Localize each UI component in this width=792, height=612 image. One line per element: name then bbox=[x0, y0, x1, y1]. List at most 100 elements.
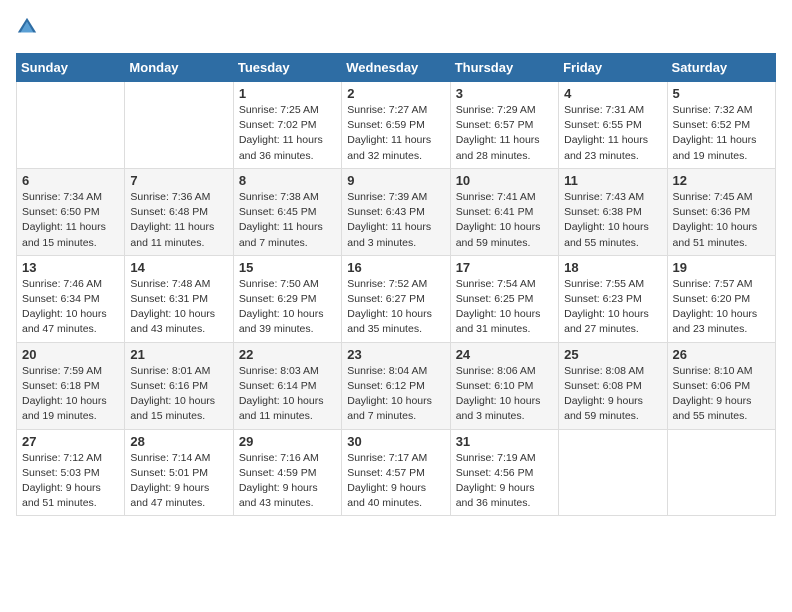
calendar-cell: 4Sunrise: 7:31 AMSunset: 6:55 PMDaylight… bbox=[559, 82, 667, 169]
day-number: 27 bbox=[22, 434, 119, 449]
day-info: Sunrise: 7:46 AMSunset: 6:34 PMDaylight:… bbox=[22, 277, 119, 338]
calendar-cell: 17 Sunrise: 7:54 AMSunset: 6:25 PMDayligh… bbox=[450, 255, 558, 342]
day-info: Sunrise: 7:36 AMSunset: 6:48 PMDaylight:… bbox=[130, 190, 227, 251]
calendar-cell: 27Sunrise: 7:12 AMSunset: 5:03 PMDayligh… bbox=[17, 429, 125, 516]
day-number: 11 bbox=[564, 173, 661, 188]
day-info: Sunrise: 7:17 AMSunset: 4:57 PMDaylight:… bbox=[347, 451, 444, 512]
day-number: 7 bbox=[130, 173, 227, 188]
calendar-week-row: 27Sunrise: 7:12 AMSunset: 5:03 PMDayligh… bbox=[17, 429, 776, 516]
day-number: 13 bbox=[22, 260, 119, 275]
day-info: Sunrise: 8:06 AMSunset: 6:10 PMDaylight:… bbox=[456, 364, 553, 425]
day-number: 31 bbox=[456, 434, 553, 449]
day-number: 18 bbox=[564, 260, 661, 275]
col-header-tuesday: Tuesday bbox=[233, 54, 341, 82]
day-info: Sunrise: 7:55 AMSunset: 6:23 PMDaylight:… bbox=[564, 277, 661, 338]
day-number: 25 bbox=[564, 347, 661, 362]
calendar-cell: 16Sunrise: 7:52 AMSunset: 6:27 PMDayligh… bbox=[342, 255, 450, 342]
calendar-cell: 10Sunrise: 7:41 AMSunset: 6:41 PMDayligh… bbox=[450, 168, 558, 255]
day-info: Sunrise: 7:31 AMSunset: 6:55 PMDaylight:… bbox=[564, 103, 661, 164]
day-number: 3 bbox=[456, 86, 553, 101]
day-number: 26 bbox=[673, 347, 770, 362]
calendar-cell: 18 Sunrise: 7:55 AMSunset: 6:23 PMDayligh… bbox=[559, 255, 667, 342]
calendar-cell: 19 Sunrise: 7:57 AMSunset: 6:20 PMDayligh… bbox=[667, 255, 775, 342]
day-number: 19 bbox=[673, 260, 770, 275]
day-info: Sunrise: 7:29 AMSunset: 6:57 PMDaylight:… bbox=[456, 103, 553, 164]
day-number: 15 bbox=[239, 260, 336, 275]
day-number: 21 bbox=[130, 347, 227, 362]
col-header-monday: Monday bbox=[125, 54, 233, 82]
calendar-cell: 12 Sunrise: 7:45 AMSunset: 6:36 PMDayligh… bbox=[667, 168, 775, 255]
calendar-cell bbox=[559, 429, 667, 516]
day-number: 8 bbox=[239, 173, 336, 188]
day-number: 24 bbox=[456, 347, 553, 362]
calendar-cell: 15 Sunrise: 7:50 AMSunset: 6:29 PMDayligh… bbox=[233, 255, 341, 342]
calendar-cell: 6 Sunrise: 7:34 AMSunset: 6:50 PMDaylight… bbox=[17, 168, 125, 255]
page-header bbox=[16, 16, 776, 43]
day-info: Sunrise: 8:04 AMSunset: 6:12 PMDaylight:… bbox=[347, 364, 444, 425]
calendar-cell: 28Sunrise: 7:14 AMSunset: 5:01 PMDayligh… bbox=[125, 429, 233, 516]
day-info: Sunrise: 7:32 AMSunset: 6:52 PMDaylight:… bbox=[673, 103, 770, 164]
calendar-cell: 30Sunrise: 7:17 AMSunset: 4:57 PMDayligh… bbox=[342, 429, 450, 516]
calendar-cell: 14 Sunrise: 7:48 AMSunset: 6:31 PMDayligh… bbox=[125, 255, 233, 342]
calendar-week-row: 13 Sunrise: 7:46 AMSunset: 6:34 PMDayligh… bbox=[17, 255, 776, 342]
day-info: Sunrise: 7:19 AMSunset: 4:56 PMDaylight:… bbox=[456, 451, 553, 512]
day-info: Sunrise: 7:48 AMSunset: 6:31 PMDaylight:… bbox=[130, 277, 227, 338]
col-header-thursday: Thursday bbox=[450, 54, 558, 82]
calendar-cell: 26 Sunrise: 8:10 AMSunset: 6:06 PMDayligh… bbox=[667, 342, 775, 429]
day-number: 12 bbox=[673, 173, 770, 188]
logo bbox=[16, 16, 40, 43]
day-info: Sunrise: 7:43 AMSunset: 6:38 PMDaylight:… bbox=[564, 190, 661, 251]
day-number: 17 bbox=[456, 260, 553, 275]
calendar-cell: 8 Sunrise: 7:38 AMSunset: 6:45 PMDaylight… bbox=[233, 168, 341, 255]
calendar-cell: 3 Sunrise: 7:29 AMSunset: 6:57 PMDaylight… bbox=[450, 82, 558, 169]
calendar-week-row: 1 Sunrise: 7:25 AMSunset: 7:02 PMDaylight… bbox=[17, 82, 776, 169]
day-info: Sunrise: 7:57 AMSunset: 6:20 PMDaylight:… bbox=[673, 277, 770, 338]
calendar-cell: 9 Sunrise: 7:39 AMSunset: 6:43 PMDaylight… bbox=[342, 168, 450, 255]
day-number: 9 bbox=[347, 173, 444, 188]
calendar-cell: 24 Sunrise: 8:06 AMSunset: 6:10 PMDayligh… bbox=[450, 342, 558, 429]
day-number: 1 bbox=[239, 86, 336, 101]
day-number: 14 bbox=[130, 260, 227, 275]
calendar-cell: 7 Sunrise: 7:36 AMSunset: 6:48 PMDaylight… bbox=[125, 168, 233, 255]
calendar-cell: 13 Sunrise: 7:46 AMSunset: 6:34 PMDayligh… bbox=[17, 255, 125, 342]
day-info: Sunrise: 7:27 AMSunset: 6:59 PMDaylight:… bbox=[347, 103, 444, 164]
calendar-header-row: SundayMondayTuesdayWednesdayThursdayFrid… bbox=[17, 54, 776, 82]
calendar-week-row: 20Sunrise: 7:59 AMSunset: 6:18 PMDayligh… bbox=[17, 342, 776, 429]
day-number: 2 bbox=[347, 86, 444, 101]
calendar-cell: 2 Sunrise: 7:27 AMSunset: 6:59 PMDaylight… bbox=[342, 82, 450, 169]
day-info: Sunrise: 7:45 AMSunset: 6:36 PMDaylight:… bbox=[673, 190, 770, 251]
day-number: 5 bbox=[673, 86, 770, 101]
day-info: Sunrise: 7:14 AMSunset: 5:01 PMDaylight:… bbox=[130, 451, 227, 512]
calendar-cell bbox=[17, 82, 125, 169]
day-info: Sunrise: 7:50 AMSunset: 6:29 PMDaylight:… bbox=[239, 277, 336, 338]
calendar-cell: 22 Sunrise: 8:03 AMSunset: 6:14 PMDayligh… bbox=[233, 342, 341, 429]
col-header-wednesday: Wednesday bbox=[342, 54, 450, 82]
day-number: 23 bbox=[347, 347, 444, 362]
day-info: Sunrise: 7:59 AMSunset: 6:18 PMDaylight:… bbox=[22, 364, 119, 425]
calendar-week-row: 6 Sunrise: 7:34 AMSunset: 6:50 PMDaylight… bbox=[17, 168, 776, 255]
day-info: Sunrise: 7:39 AMSunset: 6:43 PMDaylight:… bbox=[347, 190, 444, 251]
calendar-cell: 31 Sunrise: 7:19 AMSunset: 4:56 PMDayligh… bbox=[450, 429, 558, 516]
calendar-cell bbox=[667, 429, 775, 516]
col-header-sunday: Sunday bbox=[17, 54, 125, 82]
day-number: 22 bbox=[239, 347, 336, 362]
calendar-cell: 25Sunrise: 8:08 AMSunset: 6:08 PMDayligh… bbox=[559, 342, 667, 429]
day-number: 10 bbox=[456, 173, 553, 188]
day-number: 6 bbox=[22, 173, 119, 188]
day-info: Sunrise: 8:03 AMSunset: 6:14 PMDaylight:… bbox=[239, 364, 336, 425]
day-info: Sunrise: 7:34 AMSunset: 6:50 PMDaylight:… bbox=[22, 190, 119, 251]
calendar-table: SundayMondayTuesdayWednesdayThursdayFrid… bbox=[16, 53, 776, 516]
day-info: Sunrise: 7:25 AMSunset: 7:02 PMDaylight:… bbox=[239, 103, 336, 164]
day-info: Sunrise: 8:01 AMSunset: 6:16 PMDaylight:… bbox=[130, 364, 227, 425]
day-info: Sunrise: 7:54 AMSunset: 6:25 PMDaylight:… bbox=[456, 277, 553, 338]
day-number: 29 bbox=[239, 434, 336, 449]
day-info: Sunrise: 8:10 AMSunset: 6:06 PMDaylight:… bbox=[673, 364, 770, 425]
calendar-cell: 5 Sunrise: 7:32 AMSunset: 6:52 PMDaylight… bbox=[667, 82, 775, 169]
calendar-cell: 1 Sunrise: 7:25 AMSunset: 7:02 PMDaylight… bbox=[233, 82, 341, 169]
calendar-cell: 23 Sunrise: 8:04 AMSunset: 6:12 PMDayligh… bbox=[342, 342, 450, 429]
day-info: Sunrise: 7:38 AMSunset: 6:45 PMDaylight:… bbox=[239, 190, 336, 251]
col-header-friday: Friday bbox=[559, 54, 667, 82]
logo-block bbox=[16, 16, 38, 43]
logo-icon bbox=[16, 16, 38, 38]
calendar-cell bbox=[125, 82, 233, 169]
